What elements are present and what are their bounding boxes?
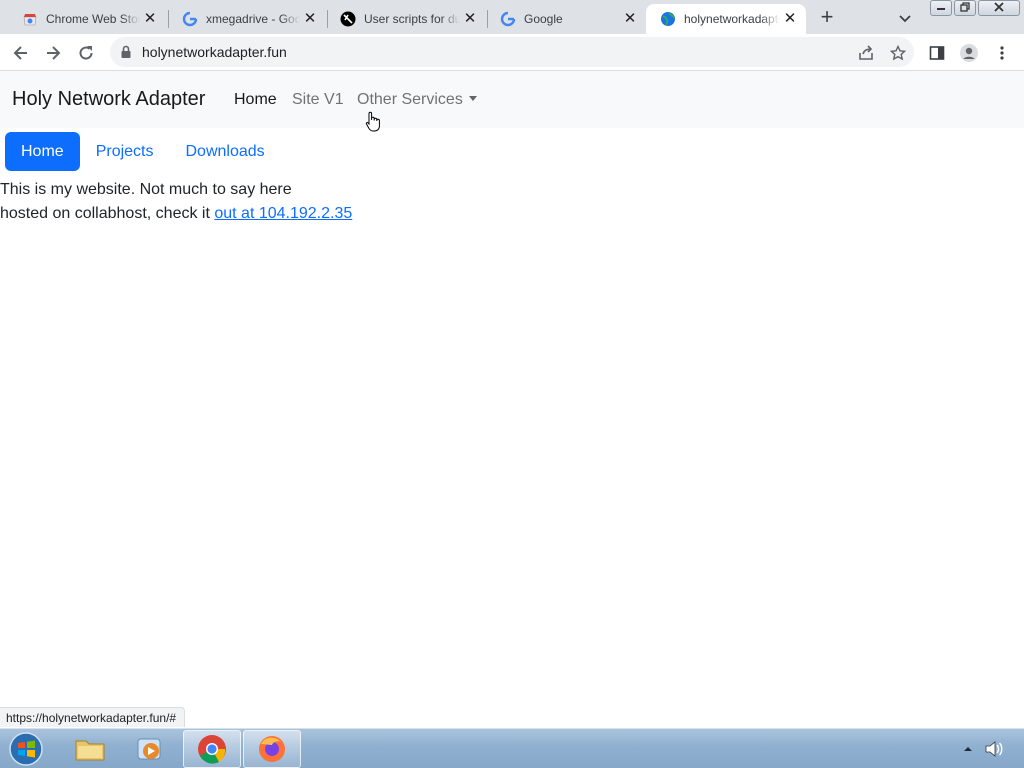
web-page: Holy Network Adapter Home Site V1 Other …: [0, 71, 1024, 728]
new-tab-button[interactable]: +: [814, 6, 840, 30]
system-tray: [962, 740, 1004, 758]
volume-icon[interactable]: [984, 740, 1004, 758]
start-button[interactable]: [6, 731, 46, 767]
pill-downloads[interactable]: Downloads: [169, 132, 280, 171]
media-player-icon: [137, 738, 161, 760]
google-g-icon: [500, 11, 516, 27]
link-status-bubble: https://holynetworkadapter.fun/#: [0, 707, 186, 727]
forward-arrow-icon: [47, 46, 61, 60]
reload-icon: [79, 46, 93, 60]
url-text[interactable]: holynetworkadapter.fun: [142, 44, 287, 60]
tab-google[interactable]: Google ✕: [486, 4, 646, 34]
taskbar-media-player[interactable]: [121, 730, 179, 768]
tab-title: Google: [524, 12, 563, 26]
browser-toolbar: holynetworkadapter.fun: [0, 34, 1024, 71]
windows-logo-icon: [9, 732, 43, 766]
tab-title: User scripts for dummies: [364, 12, 460, 26]
nav-pills: Home Projects Downloads: [5, 132, 281, 171]
userscripts-icon: [340, 11, 356, 27]
hand-pointer-cursor-icon: [365, 111, 381, 138]
hosting-text: hosted on collabhost, check it out at 10…: [0, 202, 352, 226]
site-brand[interactable]: Holy Network Adapter: [12, 88, 205, 111]
pill-projects[interactable]: Projects: [80, 132, 170, 171]
taskbar-file-explorer[interactable]: [61, 730, 119, 768]
intro-text: This is my website. Not much to say here: [0, 181, 292, 198]
forward-button[interactable]: [40, 40, 66, 66]
tab-search-chevron-icon[interactable]: [894, 8, 916, 28]
bookmark-star-icon[interactable]: [888, 43, 908, 63]
windows-taskbar: [0, 728, 1024, 768]
tab-title: holynetworkadapter.fun: [684, 12, 780, 26]
profile-avatar-icon[interactable]: [958, 42, 980, 64]
share-icon[interactable]: [856, 43, 876, 63]
tab-xmegadrive[interactable]: xmegadrive - Google Search ✕: [168, 4, 326, 34]
tab-user-scripts[interactable]: User scripts for dummies ✕: [326, 4, 486, 34]
caret-down-icon: [468, 96, 477, 101]
back-arrow-icon: [13, 46, 27, 60]
chrome-icon: [198, 735, 226, 764]
google-g-icon: [182, 11, 198, 27]
lock-icon[interactable]: [120, 45, 132, 64]
close-icon[interactable]: ✕: [780, 9, 800, 29]
reload-button[interactable]: [73, 40, 99, 66]
nav-other-services-label: Other Services: [357, 91, 463, 108]
window-controls: [928, 0, 1020, 18]
nav-other-services-dropdown[interactable]: Other Services: [357, 91, 477, 109]
kebab-menu-icon[interactable]: [991, 42, 1013, 64]
close-icon[interactable]: ✕: [460, 9, 480, 29]
pill-home[interactable]: Home: [5, 132, 80, 171]
close-icon[interactable]: ✕: [300, 9, 320, 29]
folder-icon: [75, 740, 105, 761]
globe-icon: [660, 11, 676, 27]
hosting-text-prefix: hosted on collabhost, check it: [0, 205, 215, 222]
close-icon[interactable]: ✕: [140, 9, 160, 29]
close-icon[interactable]: ✕: [620, 9, 640, 29]
tab-strip: Chrome Web Store ✕ xmegadrive - Google S…: [0, 0, 1024, 34]
tab-holynetworkadapter[interactable]: holynetworkadapter.fun ✕: [646, 4, 806, 34]
restore-button[interactable]: [954, 0, 976, 16]
close-window-button[interactable]: [978, 0, 1020, 16]
taskbar-chrome[interactable]: [183, 730, 241, 768]
nav-site-v1-link[interactable]: Site V1: [292, 91, 344, 109]
chrome-web-store-icon: [22, 11, 38, 27]
tab-chrome-web-store[interactable]: Chrome Web Store ✕: [8, 4, 166, 34]
site-navbar: Holy Network Adapter Home Site V1 Other …: [0, 71, 1024, 132]
side-panel-icon[interactable]: [926, 42, 948, 64]
minimize-button[interactable]: [930, 0, 952, 16]
ip-address-link[interactable]: out at 104.192.2.35: [214, 205, 352, 222]
nav-home-link[interactable]: Home: [234, 91, 277, 109]
address-bar[interactable]: holynetworkadapter.fun: [110, 37, 914, 67]
taskbar-firefox[interactable]: [243, 730, 301, 768]
tab-title: xmegadrive - Google Search: [206, 12, 300, 26]
firefox-icon: [259, 736, 285, 762]
back-button[interactable]: [8, 40, 34, 66]
page-content: This is my website. Not much to say here…: [0, 178, 352, 226]
tray-expand-icon[interactable]: [962, 744, 974, 754]
tab-title: Chrome Web Store: [46, 12, 140, 26]
